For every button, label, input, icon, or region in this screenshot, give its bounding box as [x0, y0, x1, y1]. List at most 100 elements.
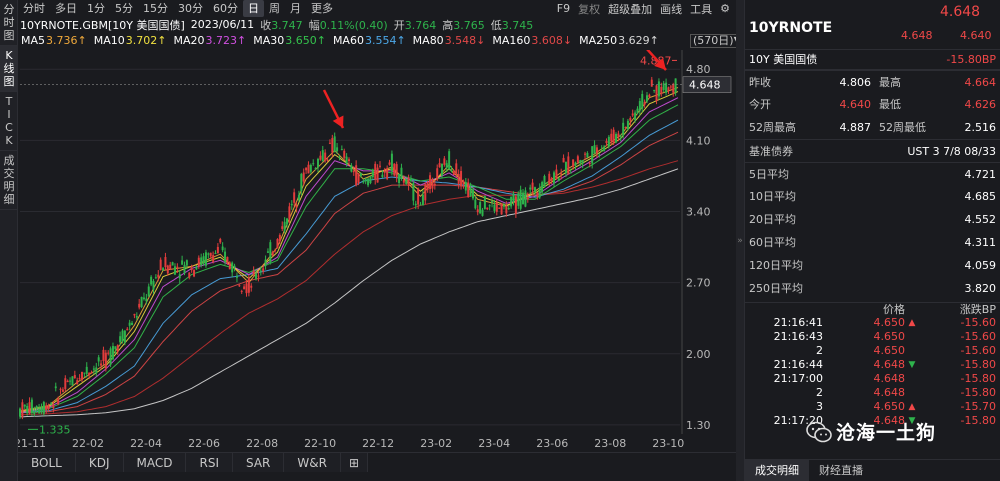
ma-line-ma30	[19, 104, 679, 414]
candle-body	[390, 153, 393, 172]
period-toolbar: 分时 多日 1分 5分 15分 30分 60分日周月更多 F9 复权 超级叠加 画线 工具 …	[18, 0, 736, 17]
period-tab-5[interactable]: 30分	[173, 0, 208, 17]
period-tab-7[interactable]: 日	[243, 0, 264, 17]
low-value: 3.745	[501, 18, 534, 32]
candle-body	[114, 346, 117, 350]
indicator-tab-macd[interactable]: MACD	[123, 453, 187, 472]
period-tab-2[interactable]: 1分	[82, 0, 110, 17]
ma-value: 3.548↓	[444, 34, 486, 47]
panel-price-top: 4.648	[940, 4, 981, 20]
candle-body	[245, 283, 248, 294]
candle-body	[409, 179, 412, 182]
candle-body	[495, 202, 498, 212]
kline-chart-svg[interactable]: 1.30 2.00 2.70 3.40 4.10 4.80 21-11 22-02 22-04 2…	[14, 47, 736, 450]
candle-body	[452, 171, 455, 176]
indicator-tab-kdj[interactable]: KDJ	[75, 453, 124, 472]
period-tab-1[interactable]: 多日	[50, 0, 82, 17]
candle-body	[52, 404, 55, 409]
candle-body	[47, 406, 50, 410]
trade-arrow	[905, 386, 919, 400]
candle-body	[328, 142, 331, 144]
candle-body	[204, 252, 207, 266]
stat-label: 昨收	[749, 76, 771, 89]
candle-body	[73, 375, 76, 379]
tools-button[interactable]: 工具	[690, 1, 712, 17]
ma-label: MA5	[21, 34, 46, 47]
candle-body	[643, 102, 646, 105]
panel-price-2: 4.648	[901, 29, 933, 42]
trade-time: 2	[816, 386, 823, 399]
left-tab-0[interactable]: 分时图	[0, 0, 18, 46]
x-tick-label: 23-06	[536, 437, 568, 450]
indicator-tab-sar[interactable]: SAR	[232, 453, 285, 472]
left-tab-1[interactable]: K线图	[0, 46, 18, 92]
expand-panel-handle[interactable]: »	[736, 0, 744, 481]
period-tab-3[interactable]: 5分	[110, 0, 138, 17]
panel-tab-1[interactable]: 财经直播	[809, 460, 873, 481]
average-value: 4.685	[964, 190, 997, 203]
candle-body	[59, 388, 62, 390]
period-tab-4[interactable]: 15分	[138, 0, 173, 17]
trade-price: 4.648	[873, 386, 906, 399]
y-tick-label: 3.40	[686, 206, 711, 219]
candle-body	[326, 159, 329, 161]
period-tab-6[interactable]: 60分	[208, 0, 243, 17]
left-tab-2[interactable]: TICK	[0, 92, 18, 151]
gear-icon[interactable]: ⚙	[720, 2, 730, 15]
x-tick-label: 22-08	[246, 437, 278, 450]
candle-body	[636, 108, 639, 113]
indicator-tab-rsi[interactable]: RSI	[186, 453, 233, 472]
trade-row: 3 4.650 ▲ -15.70	[745, 400, 1000, 414]
trade-bp: -15.80	[960, 386, 996, 399]
candle-body	[634, 112, 637, 121]
candle-body	[622, 122, 625, 136]
left-tab-char: K	[5, 49, 13, 62]
panel-tab-0[interactable]: 成交明细	[745, 460, 809, 481]
candle-body	[672, 83, 675, 93]
trade-price: 4.648	[873, 358, 906, 371]
period-tab-0[interactable]: 分时	[18, 0, 50, 17]
x-tick-label: 23-10	[652, 437, 684, 450]
restore-right-button[interactable]: 复权	[578, 1, 600, 17]
add-indicator-button[interactable]: ⊞	[340, 453, 368, 472]
trade-price: 4.650	[873, 400, 906, 413]
candle-body	[674, 78, 677, 93]
period-tab-9[interactable]: 月	[285, 0, 306, 17]
candle-body	[626, 120, 629, 130]
candle-body	[514, 196, 517, 214]
candle-body	[26, 406, 29, 414]
candle-body	[526, 197, 529, 200]
candle-body	[615, 133, 618, 143]
period-tab-10[interactable]: 更多	[306, 0, 338, 17]
candle-body	[467, 182, 470, 198]
candle-body	[190, 267, 193, 271]
left-tab-3[interactable]: 成交明细	[0, 151, 18, 210]
candle-body	[524, 190, 527, 207]
arrow-up-icon: ▲	[908, 318, 916, 328]
f9-button[interactable]: F9	[557, 2, 570, 15]
candle-body	[169, 264, 172, 270]
super-overlay-button[interactable]: 超级叠加	[608, 1, 652, 17]
candle-body	[378, 165, 381, 167]
candle-body	[398, 174, 401, 183]
ma-value: 3.702↑	[125, 34, 167, 47]
candle-body	[164, 257, 167, 268]
indicator-tab-boll[interactable]: BOLL	[18, 453, 76, 472]
candle-body	[80, 372, 83, 381]
draw-line-button[interactable]: 画线	[660, 1, 682, 17]
candle-body	[471, 189, 474, 199]
candle-body	[605, 140, 608, 144]
candle-body	[64, 378, 67, 390]
kline-chart[interactable]: 1.30 2.00 2.70 3.40 4.10 4.80 21-11 22-02 22-04 2…	[14, 47, 736, 450]
candle-body	[345, 156, 348, 164]
period-tab-8[interactable]: 周	[264, 0, 285, 17]
candle-body	[474, 199, 477, 209]
candle-body	[336, 147, 339, 152]
low-label: 低	[490, 18, 502, 32]
candle-body	[61, 389, 64, 392]
left-tab-char: 分	[3, 3, 15, 16]
candle-body	[631, 113, 634, 116]
indicator-tab-wr[interactable]: W&R	[284, 453, 341, 472]
candle-body	[145, 298, 148, 302]
average-label: 60日平均	[749, 236, 796, 249]
